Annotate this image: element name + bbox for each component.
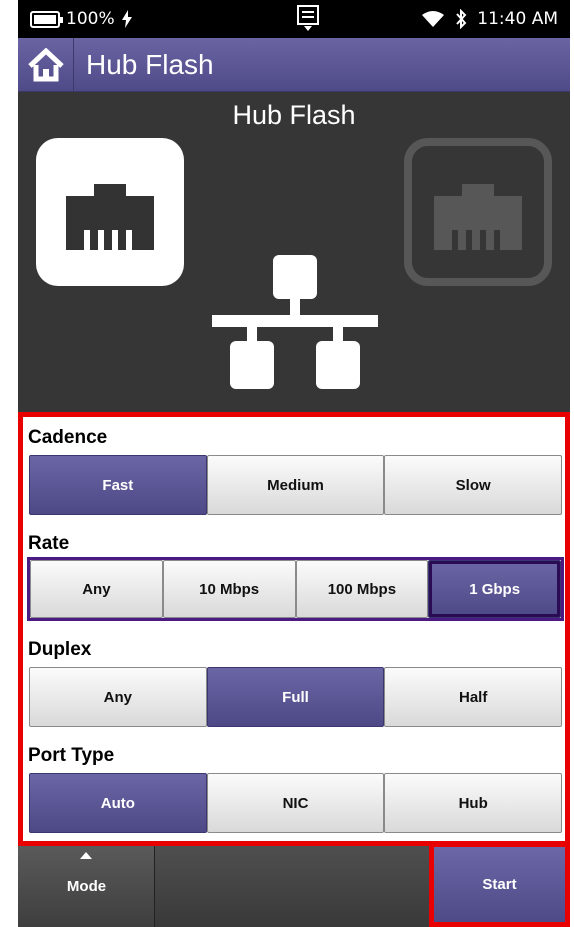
hub-flash-graphic: Hub Flash [18, 92, 570, 412]
empty-soft-key[interactable] [155, 846, 431, 927]
port-type-label: Port Type [28, 745, 115, 766]
hub-network-icon [212, 255, 378, 389]
graphic-title: Hub Flash [232, 100, 356, 130]
duplex-label: Duplex [28, 639, 92, 660]
port-type-option-nic[interactable]: NIC [206, 773, 385, 833]
mode-button[interactable]: Mode [18, 846, 155, 927]
duplex-option-half[interactable]: Half [384, 667, 563, 727]
charging-icon [121, 10, 132, 28]
home-icon [27, 48, 64, 82]
settings-panel: Cadence Fast Medium Slow Rate Any 10 Mbp… [18, 412, 570, 846]
page-title: Hub Flash [86, 49, 214, 80]
cadence-selector: Fast Medium Slow [29, 455, 563, 515]
rate-label: Rate [28, 533, 70, 554]
mode-label: Mode [66, 878, 107, 895]
chevron-up-icon [80, 852, 92, 859]
cadence-option-medium[interactable]: Medium [206, 455, 385, 515]
home-button[interactable] [18, 38, 74, 92]
ethernet-port-active-icon[interactable] [36, 138, 184, 286]
notification-icon[interactable] [295, 3, 321, 33]
duplex-option-full[interactable]: Full [206, 667, 385, 727]
cadence-option-fast[interactable]: Fast [29, 455, 207, 515]
rate-option-10mbps[interactable]: 10 Mbps [162, 560, 296, 618]
rate-option-any[interactable]: Any [30, 560, 163, 618]
bluetooth-icon [456, 9, 467, 29]
bottom-action-bar: Mode Start [18, 842, 570, 927]
rate-option-1gbps[interactable]: 1 Gbps [428, 560, 561, 618]
cadence-label: Cadence [28, 427, 108, 448]
start-button[interactable]: Start [429, 842, 570, 927]
wifi-icon [422, 11, 445, 27]
port-type-option-hub[interactable]: Hub [384, 773, 563, 833]
title-bar: Hub Flash [18, 38, 570, 92]
duplex-option-any[interactable]: Any [29, 667, 207, 727]
duplex-selector: Any Full Half [29, 667, 563, 727]
rate-option-100mbps[interactable]: 100 Mbps [295, 560, 429, 618]
clock: 11:40 AM [477, 9, 558, 29]
status-right: 11:40 AM [421, 9, 558, 29]
port-type-option-auto[interactable]: Auto [29, 773, 207, 833]
status-left: 100% [30, 9, 133, 29]
battery-percent: 100% [66, 9, 115, 29]
port-type-selector: Auto NIC Hub [29, 773, 563, 833]
cadence-option-slow[interactable]: Slow [384, 455, 563, 515]
battery-icon [30, 10, 63, 28]
status-bar: 100% 11:40 AM [18, 0, 570, 38]
rate-selector: Any 10 Mbps 100 Mbps 1 Gbps [27, 557, 564, 621]
ethernet-port-inactive-icon[interactable] [404, 138, 552, 286]
